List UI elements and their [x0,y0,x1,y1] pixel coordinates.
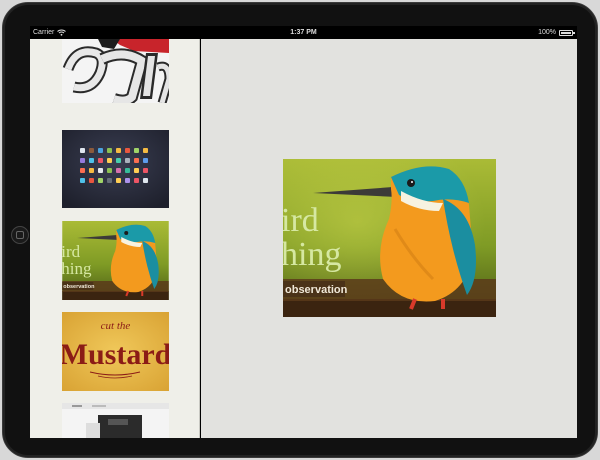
status-bar: Carrier 1:37 PM 100% [30,26,577,39]
home-button[interactable] [11,226,29,244]
clock: 1:37 PM [290,29,317,36]
main-content: ird hing observation [201,39,577,438]
screen: Carrier 1:37 PM 100% ird hing observatio… [30,26,577,438]
main-kingfisher-tag: observation [285,284,348,296]
thumbnail-kingfisher[interactable]: ird hing observation [62,221,169,300]
website-artwork [62,403,169,438]
battery-percent: 100% [538,29,556,36]
main-image-kingfisher[interactable]: ird hing observation [283,159,496,317]
battery-icon [559,29,575,36]
mustard-artwork: cut the Mustard [62,312,169,391]
ipad-frame: Carrier 1:37 PM 100% ird hing observatio… [2,2,598,458]
kingfisher-large-artwork: ird hing observation [283,159,496,317]
icon-set-artwork [62,130,169,208]
main-kingfisher-text-1: ird [283,202,319,239]
thumbnail-website[interactable] [62,403,169,438]
main-kingfisher-text-2: hing [283,236,341,273]
mustard-line1: cut the [101,320,131,332]
thumbnail-icon-set[interactable] [62,130,169,208]
battery-group: 100% [538,26,575,39]
thumb-kingfisher-text-1: ird [62,242,81,261]
thumbnail-mustard[interactable]: cut the Mustard [62,312,169,391]
thumb-kingfisher-tag: observation [63,284,95,290]
thumbnail-list[interactable]: ird hing observation cut the Mustard [30,39,199,438]
thumbnail-lettering[interactable] [62,39,169,103]
kingfisher-artwork: ird hing observation [62,221,169,300]
lettering-artwork [62,39,169,103]
thumb-kingfisher-text-2: hing [62,259,92,278]
mustard-line2: Mustard [62,338,169,371]
thumbnail-sidebar[interactable]: ird hing observation cut the Mustard [30,39,200,438]
